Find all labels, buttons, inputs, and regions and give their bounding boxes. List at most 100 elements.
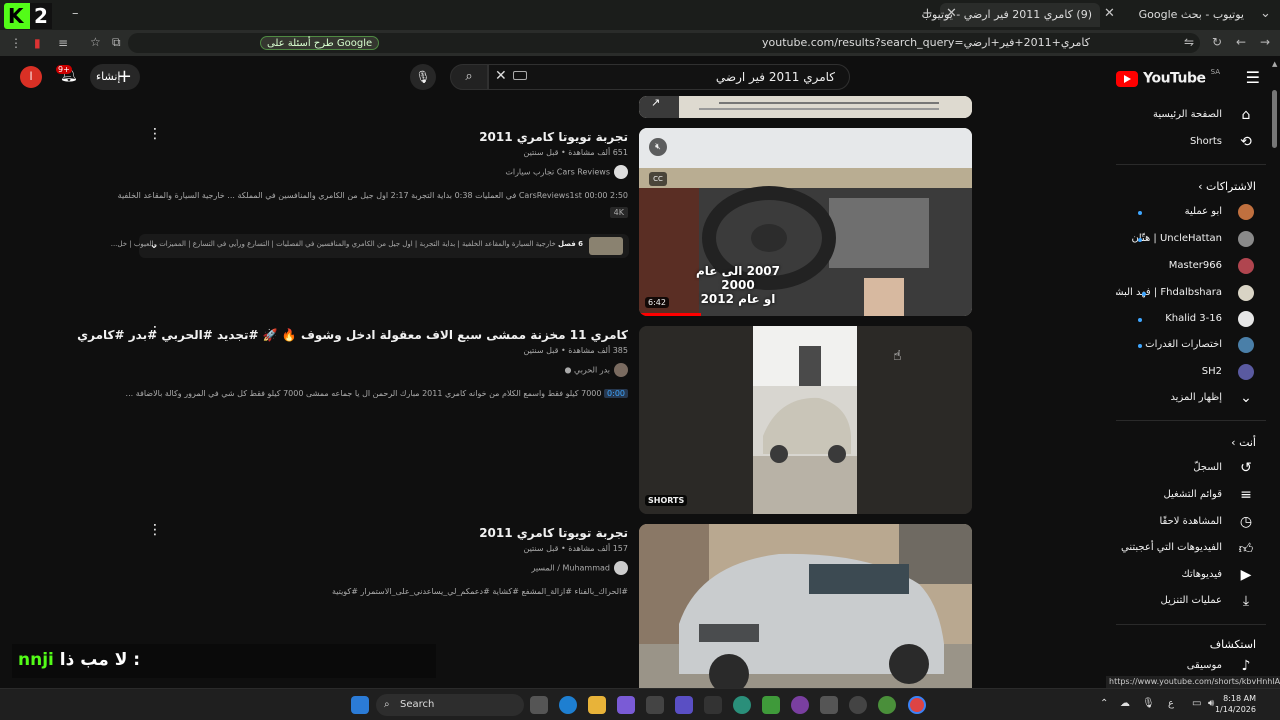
language-indicator[interactable]: ع xyxy=(1168,698,1174,709)
site-settings-icon[interactable]: ⇋ xyxy=(1184,35,1194,49)
sidebar-item-watch-later[interactable]: ◷ المشاهدة لاحقًا xyxy=(1116,510,1266,536)
clear-search-icon[interactable]: ✕ xyxy=(495,68,507,84)
sidebar-item-subscription[interactable]: Khalid 3-16 xyxy=(1116,307,1266,333)
sidebar-item-shorts[interactable]: ⟲ Shorts xyxy=(1116,130,1266,156)
edge-icon[interactable] xyxy=(559,696,577,714)
channel-row[interactable]: Cars Reviews تجارب سيارات xyxy=(108,165,628,179)
video-description: 7000 كيلو فقط واسمع الكلام من خوانه كامر… xyxy=(125,389,602,398)
taskbar-search[interactable]: ⌕ Search xyxy=(376,694,524,716)
omnibox[interactable]: طرح أسئلة على Google youtube.com/results… xyxy=(128,33,1200,53)
kick-logo: K2 xyxy=(4,3,52,29)
forward-icon[interactable]: → xyxy=(1260,35,1270,49)
sidebar-item-subscription[interactable]: Master966 xyxy=(1116,254,1266,280)
tab-google-search[interactable]: يوتيوب - بحث Google xyxy=(1116,3,1252,27)
app-icon[interactable] xyxy=(733,696,751,714)
video-thumbnail-partial[interactable]: ↗ xyxy=(639,96,972,118)
channel-row[interactable]: Muhammad / المسير xyxy=(108,561,628,575)
scroll-up-icon[interactable]: ▲ xyxy=(1272,60,1277,68)
file-explorer-icon[interactable] xyxy=(588,696,606,714)
video-title[interactable]: كامري 11 مخزنة ممشى سبع الاف معقولة ادخل… xyxy=(77,328,628,342)
sidebar-item-home[interactable]: ⌂ الصفحة الرئيسية xyxy=(1116,103,1266,129)
video-thumbnail[interactable]: 🔇︎ CC 2007 الى عام 2000 او عام 2012 6:42 xyxy=(639,128,972,316)
video-title[interactable]: تجربة تويوتا كامري 2011 xyxy=(108,130,628,144)
volume-icon[interactable]: 🔊︎ xyxy=(1208,698,1214,709)
video-title[interactable]: تجربة تويوتا كامري 2011 xyxy=(108,526,628,540)
tab-close-icon[interactable]: ✕ xyxy=(946,6,957,21)
chrome-active-icon[interactable] xyxy=(908,696,926,714)
video-thumbnail[interactable] xyxy=(639,524,972,688)
sidebar-item-your-videos[interactable]: ▶ فيديوهاتك xyxy=(1116,563,1266,589)
scrollbar-thumb[interactable] xyxy=(1272,90,1277,148)
voice-search-mic-icon[interactable]: 🎙︎ xyxy=(410,64,436,90)
app-icon[interactable] xyxy=(704,696,722,714)
sidebar-item-playlists[interactable]: ≡ قوائم التشغيل xyxy=(1116,483,1266,509)
channel-avatar xyxy=(1238,311,1254,327)
video-thumbnail-shorts[interactable]: SHORTS xyxy=(639,326,972,514)
sidebar-item-show-more[interactable]: ⌄ إظهار المزيد xyxy=(1116,386,1266,412)
tab-close-icon[interactable]: ✕ xyxy=(1104,6,1115,21)
sidebar-item-subscription[interactable]: SH2 xyxy=(1116,360,1266,386)
create-button[interactable]: إنشاء + xyxy=(90,64,140,90)
windows-start-icon[interactable] xyxy=(351,696,369,714)
channel-row[interactable]: بدر الحربي ● xyxy=(108,363,628,377)
install-app-icon[interactable]: ⧉ xyxy=(112,35,121,50)
divider xyxy=(1116,164,1266,165)
bookmark-star-icon[interactable]: ☆ xyxy=(90,35,101,49)
subtitle-text: nnji لا مب ذا : xyxy=(18,650,140,670)
ask-google-chip[interactable]: طرح أسئلة على Google xyxy=(260,36,380,50)
mute-icon[interactable]: 🔇︎ xyxy=(649,138,667,156)
closed-captions-icon[interactable]: CC xyxy=(649,172,667,186)
url-text[interactable]: youtube.com/results?search_query=كامري+2… xyxy=(762,36,1090,49)
avatar[interactable]: ا xyxy=(20,66,42,88)
sidebar-item-history[interactable]: ↺ السجلّ xyxy=(1116,456,1266,482)
subscriptions-heading[interactable]: الاشتراكات › xyxy=(1198,180,1256,193)
tab-search-icon[interactable]: ⌄ xyxy=(1260,6,1271,21)
mic-tray-icon[interactable]: 🎙︎ xyxy=(1142,698,1155,709)
app-icon[interactable] xyxy=(675,696,693,714)
network-icon[interactable]: ▭ xyxy=(1192,698,1201,709)
youtube-logo[interactable]: YouTube SA xyxy=(1116,68,1220,87)
sidebar-item-subscription[interactable]: اختصارات الغدرات xyxy=(1116,333,1266,359)
tab-youtube-search[interactable]: (9) كامري 2011 فير ارضي - يوتيوب xyxy=(922,3,1100,27)
search-input[interactable]: ✕ كامري 2011 فير ارضي xyxy=(488,64,850,90)
taskbar-clock[interactable]: 8:18 AM 1/14/2026 xyxy=(1215,693,1256,715)
tray-chevron-up-icon[interactable]: ⌃ xyxy=(1100,698,1108,709)
sidebar-item-subscription[interactable]: Fhdalbshara | فهد البشاره xyxy=(1116,281,1266,307)
chevron-down-icon[interactable]: ⌄ xyxy=(149,237,159,251)
cloud-icon[interactable]: ☁ xyxy=(1120,698,1130,709)
app-icon[interactable] xyxy=(820,696,838,714)
search-button[interactable]: ⌕ xyxy=(450,64,488,90)
chapters-text: 6 فصل خارجية السيارة والمقاعد الخلفية | … xyxy=(111,240,583,248)
app-icon[interactable] xyxy=(849,696,867,714)
sidebar-item-liked-videos[interactable]: 👍︎ الفيديوهات التي أعجبتني xyxy=(1116,536,1266,562)
like-icon: 👍︎ xyxy=(1238,541,1254,557)
hamburger-menu-icon[interactable]: ☰ xyxy=(1246,68,1260,87)
chapters-row[interactable]: 6 فصل خارجية السيارة والمقاعد الخلفية | … xyxy=(111,234,629,258)
more-actions-icon[interactable]: ⋮ xyxy=(148,126,162,142)
copilot-icon[interactable] xyxy=(617,696,635,714)
reload-icon[interactable]: ↻ xyxy=(1212,35,1222,49)
back-icon[interactable]: ← xyxy=(1236,35,1246,49)
channel-avatar xyxy=(1238,231,1254,247)
more-actions-icon[interactable]: ⋮ xyxy=(148,324,162,340)
verified-icon: ● xyxy=(564,365,572,375)
menu-icon[interactable]: ⋮ xyxy=(10,36,22,50)
app-icon[interactable] xyxy=(791,696,809,714)
timestamp-chip[interactable]: 0:00 xyxy=(604,389,628,398)
keyboard-icon[interactable] xyxy=(513,71,527,80)
quality-badge: 4K xyxy=(609,207,628,218)
more-actions-icon[interactable]: ⋮ xyxy=(148,522,162,538)
reading-mode-icon[interactable]: ≡ xyxy=(58,36,68,50)
sidebar-item-subscription[interactable]: UncleHattan | هتّان xyxy=(1116,227,1266,253)
chrome-icon[interactable] xyxy=(878,696,896,714)
status-bar-url: https://www.youtube.com/shorts/kbvHnhlAx… xyxy=(1106,676,1280,688)
store-icon[interactable] xyxy=(646,696,664,714)
extension-icon[interactable]: ▮ xyxy=(34,36,41,50)
minecraft-icon[interactable] xyxy=(762,696,780,714)
logo-number: 2 xyxy=(30,3,52,29)
sidebar-item-subscription[interactable]: ابو عملية xyxy=(1116,200,1266,226)
minimize-icon[interactable]: – xyxy=(72,6,79,21)
sidebar-item-downloads[interactable]: ⤓ عمليات التنزيل xyxy=(1116,589,1266,615)
task-view-icon[interactable] xyxy=(530,696,548,714)
you-heading[interactable]: أنت › xyxy=(1231,436,1256,449)
